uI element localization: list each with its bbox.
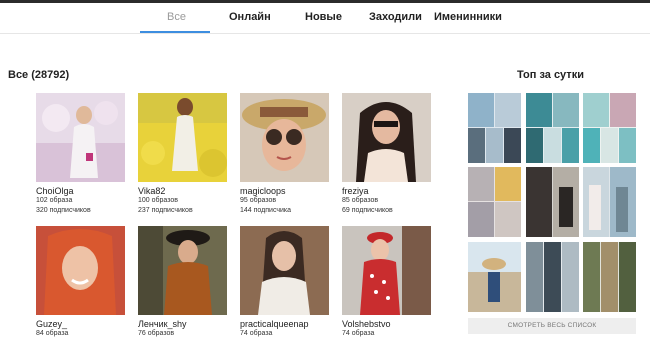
looks-count: 76 образов (138, 330, 175, 337)
top-look-collage[interactable] (583, 93, 636, 163)
looks-count: 95 образов (240, 197, 277, 204)
looks-count: 100 образов (138, 197, 178, 204)
user-name[interactable]: freziya (342, 186, 432, 196)
user-avatar[interactable] (36, 226, 125, 315)
user-card: practicalqueenap 74 образа (240, 226, 330, 339)
top-look-collage[interactable] (526, 167, 579, 237)
user-name[interactable]: ChoiOlga (36, 186, 126, 196)
top-of-day-title: Топ за сутки (517, 69, 584, 81)
top-look-collage[interactable] (468, 93, 521, 163)
tab-online[interactable]: Онлайн (229, 11, 271, 23)
user-avatar[interactable] (342, 93, 431, 182)
user-card: Guzey_ 84 образа (36, 226, 126, 339)
user-avatar[interactable] (138, 226, 227, 315)
top-look-collage[interactable] (526, 242, 579, 312)
tab-visited[interactable]: Заходили (369, 11, 422, 23)
filter-tabs: Все Онлайн Новые Заходили Именинники (0, 3, 650, 33)
user-avatar[interactable] (240, 226, 329, 315)
tab-all[interactable]: Все (167, 11, 186, 23)
user-card: freziya 85 образов 69 подписчиков (342, 93, 432, 216)
see-all-button[interactable]: СМОТРЕТЬ ВЕСЬ СПИСОК (468, 318, 636, 334)
tabs-divider (0, 33, 650, 34)
top-look-collage[interactable] (583, 167, 636, 237)
user-card: ChoiOlga 102 образа 320 подписчиков (36, 93, 126, 216)
user-avatar[interactable] (240, 93, 329, 182)
looks-count: 85 образов (342, 197, 379, 204)
followers-count: 144 подписчика (240, 207, 292, 214)
user-name[interactable]: Ленчик_shy (138, 319, 228, 329)
user-card: Ленчик_shy 76 образов (138, 226, 228, 339)
user-card: Vika82 100 образов 237 подписчиков (138, 93, 228, 216)
user-avatar[interactable] (138, 93, 227, 182)
user-name[interactable]: Volshebstvo (342, 319, 432, 329)
user-avatar[interactable] (342, 226, 431, 315)
looks-count: 102 образа (36, 197, 73, 204)
top-look-collage[interactable] (526, 93, 579, 163)
top-look-collage[interactable] (468, 242, 521, 312)
looks-count: 74 образа (240, 330, 273, 337)
followers-count: 237 подписчиков (138, 207, 193, 214)
user-name[interactable]: magicloops (240, 186, 330, 196)
followers-count: 320 подписчиков (36, 207, 91, 214)
top-look-collage[interactable] (583, 242, 636, 312)
user-name[interactable]: practicalqueenap (240, 319, 330, 329)
all-users-title: Все (28792) (8, 69, 70, 81)
tab-new[interactable]: Новые (305, 11, 342, 23)
user-name[interactable]: Vika82 (138, 186, 228, 196)
user-card: Volshebstvo 74 образа (342, 226, 432, 339)
user-avatar[interactable] (36, 93, 125, 182)
followers-count: 69 подписчиков (342, 207, 393, 214)
user-card: magicloops 95 образов 144 подписчика (240, 93, 330, 216)
looks-count: 84 образа (36, 330, 69, 337)
tab-birthdays[interactable]: Именинники (434, 11, 502, 23)
top-look-collage[interactable] (468, 167, 521, 237)
user-name[interactable]: Guzey_ (36, 319, 126, 329)
looks-count: 74 образа (342, 330, 375, 337)
